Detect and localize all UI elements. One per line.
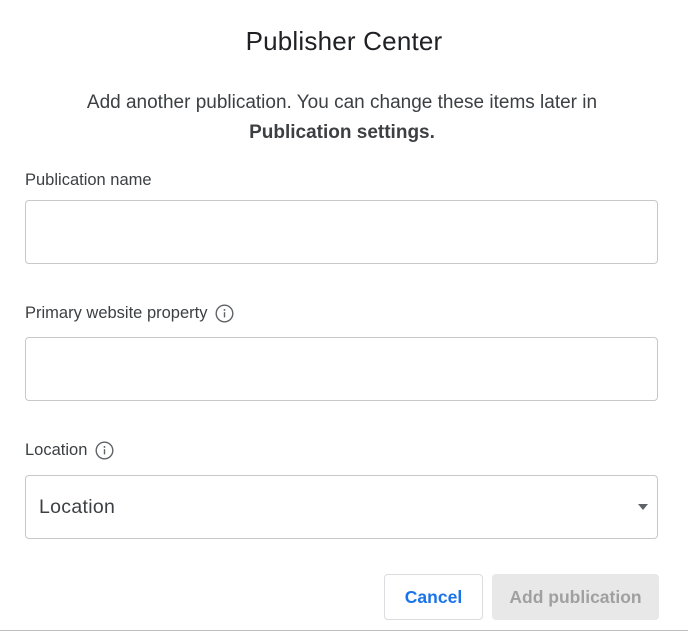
publication-name-input[interactable] <box>25 200 658 264</box>
location-label: Location <box>25 440 114 460</box>
info-circle-icon[interactable] <box>95 440 114 460</box>
publication-name-label-text: Publication name <box>25 171 152 189</box>
dialog-title: Publisher Center <box>245 26 443 56</box>
cancel-button[interactable]: Cancel <box>384 574 483 620</box>
info-circle-icon[interactable] <box>215 303 234 323</box>
add-publication-button[interactable]: Add publication <box>492 574 659 620</box>
subtitle-text: Add another publication. You can change … <box>86 92 598 113</box>
location-select[interactable]: Location <box>25 475 658 539</box>
primary-website-label-text: Primary website property <box>25 304 208 322</box>
add-publication-dialog: Publisher Center Add another publication… <box>0 0 688 631</box>
primary-website-label: Primary website property <box>25 303 234 323</box>
location-select-value: Location <box>39 495 116 518</box>
location-label-text: Location <box>25 441 88 459</box>
publication-name-label: Publication name <box>25 170 152 190</box>
chevron-down-icon <box>638 504 648 510</box>
dialog-subtitle: Add another publication. You can change … <box>0 88 684 148</box>
subtitle-settings-link-text: Publication settings. <box>249 122 435 143</box>
primary-website-input[interactable] <box>25 337 658 401</box>
